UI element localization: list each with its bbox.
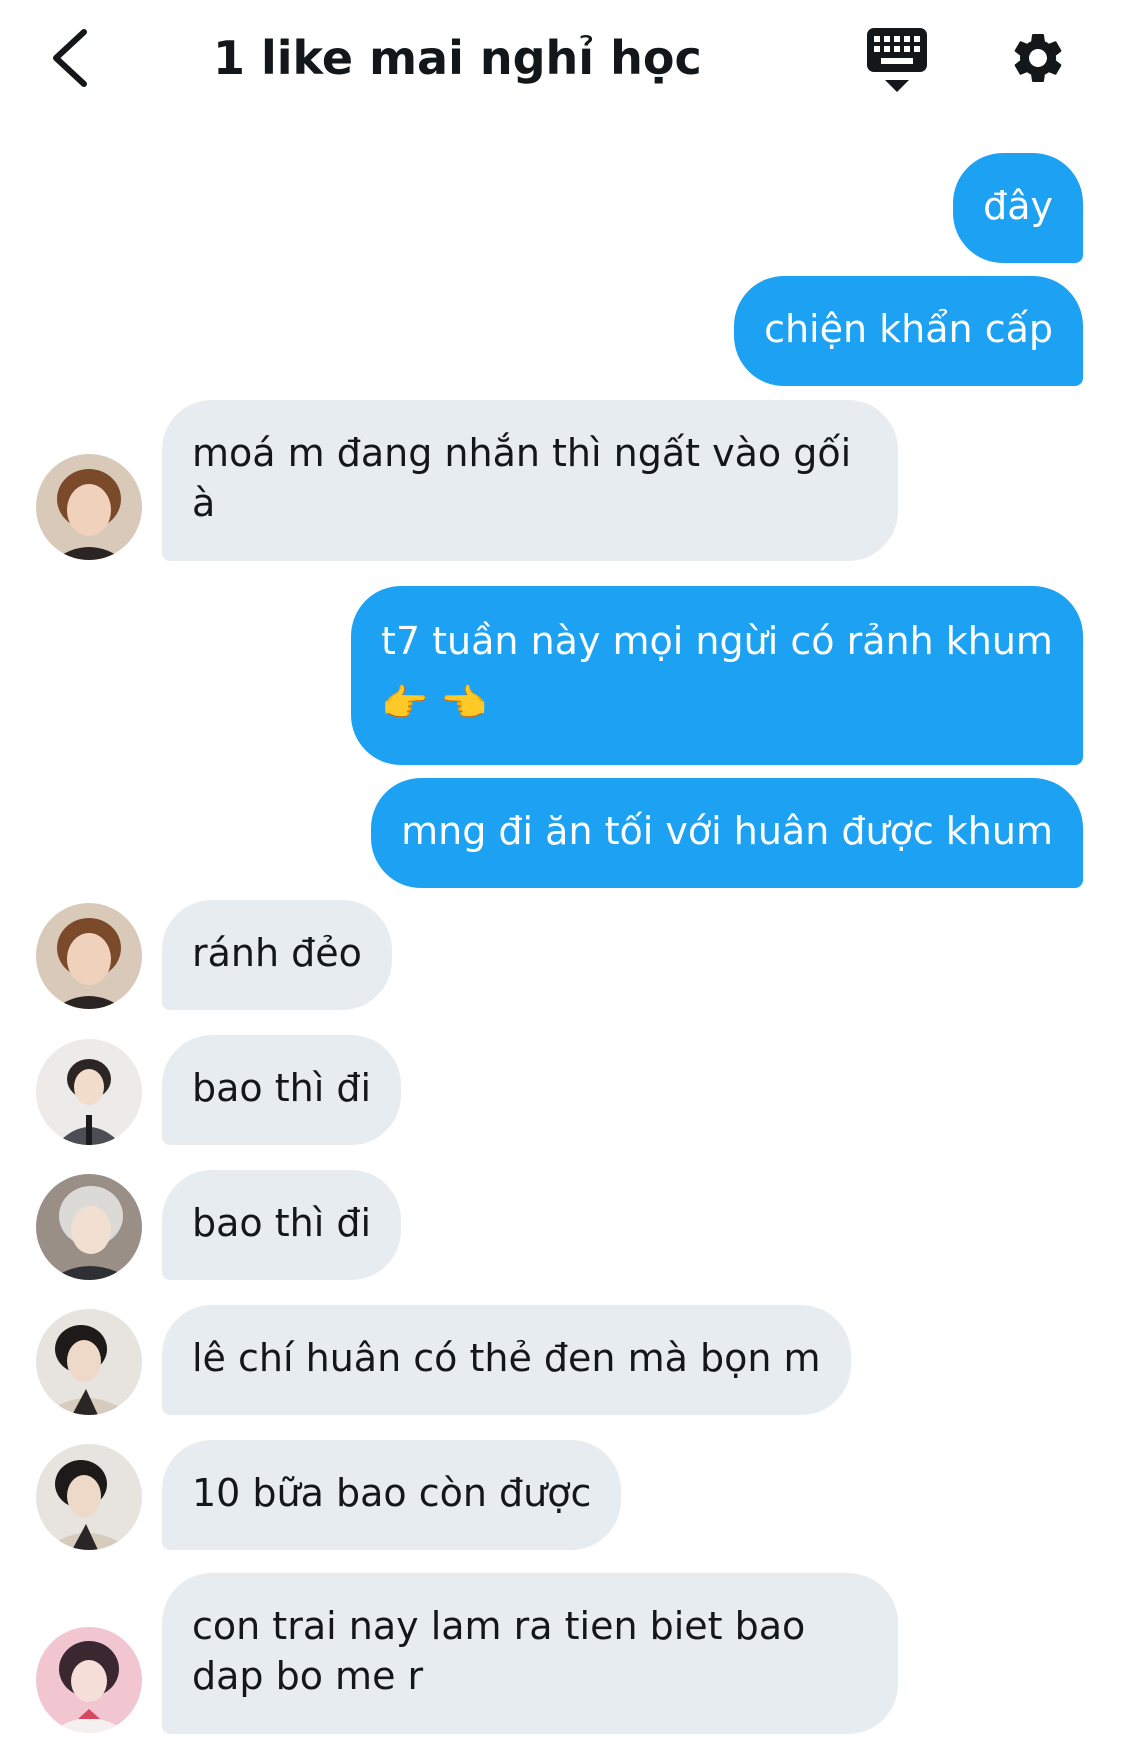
chevron-left-icon xyxy=(53,29,87,87)
avatar[interactable] xyxy=(36,1039,142,1145)
message-bubble-incoming[interactable]: bao thì đi xyxy=(162,1035,402,1145)
avatar[interactable] xyxy=(36,1444,142,1550)
keyboard-icon xyxy=(867,28,927,92)
back-button[interactable] xyxy=(40,24,100,92)
message-bubble-incoming[interactable]: con trai nay lam ra tien biet bao dap bo… xyxy=(162,1573,898,1734)
message-bubble-outgoing[interactable]: chiện khẩn cấp xyxy=(734,276,1083,386)
avatar[interactable] xyxy=(36,1309,142,1415)
conversation-title: 1 like mai nghỉ học xyxy=(213,31,702,85)
message-bubble-incoming[interactable]: bao thì đi xyxy=(162,1170,402,1280)
avatar[interactable] xyxy=(36,454,142,560)
message-bubble-outgoing[interactable]: t7 tuần này mọi ngừi có rảnh khum 👉 👈 xyxy=(351,586,1083,765)
message-bubble-incoming[interactable]: lê chí huân có thẻ đen mà bọn m xyxy=(162,1305,851,1415)
settings-button[interactable] xyxy=(1008,28,1068,88)
avatar[interactable] xyxy=(36,1627,142,1733)
message-bubble-incoming[interactable]: moá m đang nhắn thì ngất vào gối à xyxy=(162,400,898,561)
keyboard-button[interactable] xyxy=(865,26,929,94)
avatar[interactable] xyxy=(36,1174,142,1280)
message-bubble-incoming[interactable]: 10 bữa bao còn được xyxy=(162,1440,622,1550)
chat-header: 1 like mai nghỉ học xyxy=(0,0,1125,120)
avatar[interactable] xyxy=(36,903,142,1009)
message-bubble-outgoing[interactable]: đây xyxy=(953,153,1083,263)
gear-icon xyxy=(1014,33,1062,82)
message-bubble-incoming[interactable]: ránh đẻo xyxy=(162,900,392,1010)
message-bubble-outgoing[interactable]: mng đi ăn tối với huân được khum xyxy=(371,778,1083,888)
